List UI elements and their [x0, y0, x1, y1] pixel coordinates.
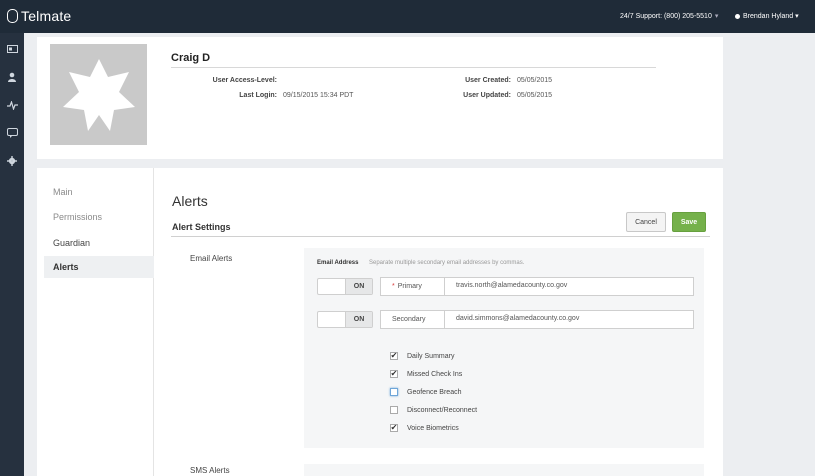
id-card-icon[interactable]: [6, 43, 18, 55]
user-icon[interactable]: [6, 71, 18, 83]
user-menu[interactable]: Brendan Hyland ▾: [735, 12, 799, 20]
checkbox-daily-summary[interactable]: ✔ Daily Summary: [390, 350, 454, 362]
menu-item-permissions[interactable]: Permissions: [53, 212, 102, 222]
checkbox-label: Disconnect/Reconnect: [407, 406, 478, 414]
user-created-value: 05/05/2015: [517, 77, 553, 84]
activity-icon[interactable]: [6, 99, 18, 111]
checkbox-label: Missed Check Ins: [407, 370, 463, 378]
checkbox-disconnect-reconnect[interactable]: Disconnect/Reconnect: [390, 404, 477, 416]
user-updated-label: User Updated:: [463, 92, 511, 99]
secondary-type-label: Secondary: [381, 311, 445, 328]
checkbox-label: Daily Summary: [407, 352, 455, 360]
secondary-toggle[interactable]: ON: [317, 311, 373, 328]
last-login-value: 09/15/2015 15:34 PDT: [283, 92, 354, 99]
access-level-label: User Access-Level:: [212, 77, 277, 84]
chat-icon[interactable]: [6, 127, 18, 139]
divider: [171, 236, 710, 237]
support-text: 24/7 Support: (800) 205-5510: [620, 13, 712, 20]
gear-icon[interactable]: [6, 155, 18, 167]
checkbox-label: Geofence Breach: [407, 388, 462, 396]
checkbox-checked-icon[interactable]: ✔: [390, 370, 398, 378]
logo-text: Telmate: [21, 8, 72, 24]
settings-card: Main Permissions Guardian Alerts Alerts …: [37, 168, 723, 476]
required-marker: *: [392, 283, 395, 290]
primary-email-field[interactable]: * Primary travis.north@alamedacounty.co.…: [380, 277, 694, 296]
email-alerts-panel: Email Address Separate multiple secondar…: [304, 248, 704, 448]
last-login-label: Last Login:: [239, 92, 277, 99]
checkbox-missed-check-ins[interactable]: ✔ Missed Check Ins: [390, 368, 462, 380]
badge-star-icon: [62, 58, 135, 131]
settings-menu: Main Permissions Guardian Alerts: [37, 168, 154, 476]
checkbox-voice-biometrics[interactable]: ✔ Voice Biometrics: [390, 422, 459, 434]
save-button[interactable]: Save: [672, 212, 706, 232]
checkbox-unchecked-icon[interactable]: [390, 406, 398, 414]
top-bar: Telmate 24/7 Support: (800) 205-5510 ▾ Br…: [0, 0, 815, 33]
menu-item-guardian[interactable]: Guardian: [53, 238, 90, 248]
checkbox-label: Voice Biometrics: [407, 424, 459, 432]
primary-type-label: * Primary: [381, 278, 445, 295]
email-address-label: Email Address: [317, 260, 359, 266]
primary-type-text: Primary: [397, 283, 422, 290]
caret-down-icon: ▾: [714, 13, 719, 20]
status-dot-icon: [735, 13, 740, 19]
section-title: Alert Settings: [172, 222, 231, 232]
checkbox-checked-icon[interactable]: ✔: [390, 352, 398, 360]
secondary-type-text: Secondary: [392, 316, 426, 323]
primary-toggle[interactable]: ON: [317, 278, 373, 295]
email-hint: Separate multiple secondary email addres…: [369, 260, 525, 266]
secondary-email-value: david.simmons@alamedacounty.co.gov: [456, 315, 580, 322]
user-updated-value: 05/05/2015: [517, 92, 553, 99]
logo-icon: [7, 9, 18, 23]
avatar: [50, 44, 147, 145]
menu-item-main[interactable]: Main: [53, 187, 73, 197]
divider: [171, 67, 656, 68]
telmate-logo[interactable]: Telmate: [7, 8, 71, 24]
side-nav: [0, 33, 24, 476]
caret-down-icon: ▾: [793, 13, 799, 20]
secondary-email-field[interactable]: Secondary david.simmons@alamedacounty.co…: [380, 310, 694, 329]
user-created-label: User Created:: [465, 77, 511, 84]
sms-alerts-label: SMS Alerts: [190, 466, 230, 475]
checkbox-geofence-breach[interactable]: Geofence Breach: [390, 386, 461, 398]
email-alerts-label: Email Alerts: [190, 254, 233, 263]
checkbox-unchecked-icon[interactable]: [390, 388, 398, 396]
profile-card: Craig D User Access-Level: Last Login: 0…: [37, 37, 723, 159]
toggle-on-label: ON: [345, 312, 372, 327]
user-name: Brendan Hyland: [743, 13, 794, 20]
profile-name: Craig D: [171, 52, 211, 64]
toggle-on-label: ON: [345, 279, 372, 294]
cancel-button[interactable]: Cancel: [626, 212, 666, 232]
page-title: Alerts: [172, 193, 208, 209]
menu-item-alerts-label: Alerts: [53, 262, 79, 272]
support-dropdown[interactable]: 24/7 Support: (800) 205-5510 ▾: [620, 12, 718, 20]
sms-alerts-panel: [304, 464, 704, 476]
checkbox-checked-icon[interactable]: ✔: [390, 424, 398, 432]
primary-email-value: travis.north@alamedacounty.co.gov: [456, 282, 568, 289]
menu-item-alerts[interactable]: Alerts: [44, 256, 154, 278]
